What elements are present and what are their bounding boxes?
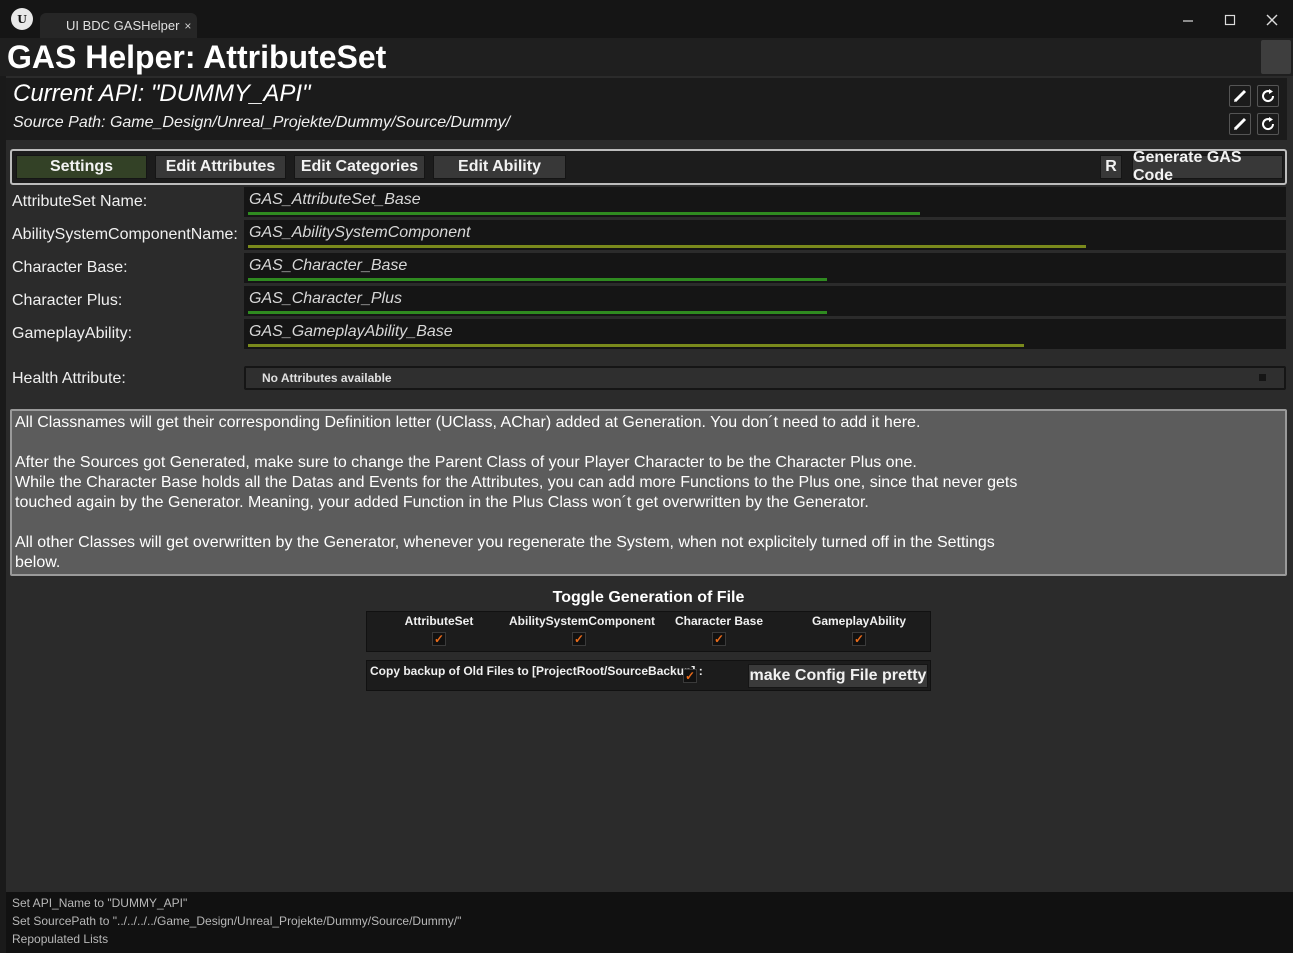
toggle-character-base-label: Character Base (674, 614, 764, 628)
character-base-bar (248, 278, 827, 281)
tab-settings[interactable]: Settings (16, 155, 147, 179)
info-paragraph: touched again by the Generator. Meaning,… (15, 494, 869, 511)
log-line: Set SourcePath to "../../../../Game_Desi… (12, 914, 462, 928)
gameplay-ability-value: GAS_GameplayAbility_Base (249, 323, 453, 340)
main-toolbar: Settings Edit Attributes Edit Categories… (10, 149, 1287, 185)
character-plus-label: Character Plus: (12, 292, 123, 309)
editor-tab[interactable]: UI BDC GASHelper × (40, 13, 197, 38)
window-titlebar: U UI BDC GASHelper × (0, 0, 1293, 38)
log-line: Repopulated Lists (12, 932, 109, 946)
backup-panel: Copy backup of Old Files to [ProjectRoot… (366, 660, 931, 691)
attributeset-name-field[interactable]: GAS_AttributeSet_Base (244, 187, 1286, 217)
character-base-field[interactable]: GAS_Character_Base (244, 253, 1286, 283)
scrollbar-thumb[interactable] (1261, 40, 1291, 74)
attributeset-name-bar (248, 212, 920, 215)
attributeset-name-value: GAS_AttributeSet_Base (249, 191, 421, 208)
info-paragraph: below. (15, 554, 61, 571)
toggle-generation-title: Toggle Generation of File (552, 589, 745, 606)
edit-api-pencil-icon[interactable] (1229, 85, 1251, 107)
character-plus-value: GAS_Character_Plus (249, 290, 402, 307)
character-base-label: Character Base: (12, 259, 128, 276)
asc-name-value: GAS_AbilitySystemComponent (249, 224, 471, 241)
toggle-asc-checkbox[interactable]: ✓ (572, 632, 586, 646)
attributeset-name-label: AttributeSet Name: (12, 193, 148, 210)
r-button[interactable]: R (1100, 155, 1122, 179)
toggle-attributeset-label: AttributeSet (404, 614, 474, 628)
character-base-value: GAS_Character_Base (249, 257, 408, 274)
info-paragraph: All other Classes will get overwritten b… (15, 534, 995, 551)
log-line: Set API_Name to "DUMMY_API" (12, 896, 188, 910)
output-log: Set API_Name to "DUMMY_API" Set SourcePa… (6, 892, 1293, 953)
backup-checkbox[interactable]: ✓ (683, 669, 697, 683)
tab-edit-ability[interactable]: Edit Ability (433, 155, 566, 179)
minimize-icon[interactable] (1171, 8, 1205, 32)
info-paragraph: After the Sources got Generated, make su… (15, 454, 917, 471)
refresh-path-icon[interactable] (1257, 113, 1279, 135)
page-header: GAS Helper: AttributeSet (0, 38, 1293, 76)
current-api-label: Current API: "DUMMY_API" (13, 80, 311, 107)
tab-edit-attributes[interactable]: Edit Attributes (155, 155, 286, 179)
toggle-gameplay-ability-checkbox[interactable]: ✓ (852, 632, 866, 646)
unreal-logo-icon: U (11, 8, 33, 30)
generate-gas-code-button[interactable]: Generate GAS Code (1132, 149, 1283, 184)
page-title: GAS Helper: AttributeSet (7, 39, 387, 75)
health-attribute-label: Health Attribute: (12, 370, 126, 387)
dropdown-arrow-icon (1259, 374, 1266, 381)
info-paragraph: All Classnames will get their correspond… (15, 414, 921, 431)
toggle-character-base-checkbox[interactable]: ✓ (712, 632, 726, 646)
health-attribute-value: No Attributes available (262, 371, 392, 385)
tab-close-icon[interactable]: × (184, 19, 191, 33)
character-plus-field[interactable]: GAS_Character_Plus (244, 286, 1286, 316)
close-icon[interactable] (1255, 8, 1289, 32)
toggle-generation-panel: AttributeSet ✓ AbilitySystemComponent ✓ … (366, 611, 931, 652)
info-paragraph: While the Character Base holds all the D… (15, 474, 1018, 491)
gameplay-ability-label: GameplayAbility: (12, 325, 133, 342)
window-left-border (0, 38, 6, 953)
gameplay-ability-bar (248, 344, 1024, 347)
info-text-box: All Classnames will get their correspond… (10, 409, 1287, 576)
backup-label: Copy backup of Old Files to [ProjectRoot… (370, 664, 703, 678)
maximize-icon[interactable] (1213, 8, 1247, 32)
asc-name-label: AbilitySystemComponentName: (12, 226, 238, 243)
refresh-api-icon[interactable] (1257, 85, 1279, 107)
edit-path-pencil-icon[interactable] (1229, 113, 1251, 135)
api-panel: Current API: "DUMMY_API" Source Path: Ga… (6, 78, 1287, 140)
asc-name-bar (248, 245, 1086, 248)
asc-name-field[interactable]: GAS_AbilitySystemComponent (244, 220, 1286, 250)
make-config-pretty-button[interactable]: make Config File pretty (748, 664, 928, 688)
editor-tab-label: UI BDC GASHelper (66, 18, 180, 33)
health-attribute-dropdown[interactable]: No Attributes available (244, 366, 1286, 390)
tab-edit-categories[interactable]: Edit Categories (294, 155, 425, 179)
toggle-gameplay-ability-label: GameplayAbility (811, 614, 907, 628)
character-plus-bar (248, 311, 827, 314)
gameplay-ability-field[interactable]: GAS_GameplayAbility_Base (244, 319, 1286, 349)
source-path-label: Source Path: Game_Design/Unreal_Projekte… (13, 114, 511, 131)
toggle-asc-label: AbilitySystemComponent (509, 614, 656, 628)
toggle-attributeset-checkbox[interactable]: ✓ (432, 632, 446, 646)
